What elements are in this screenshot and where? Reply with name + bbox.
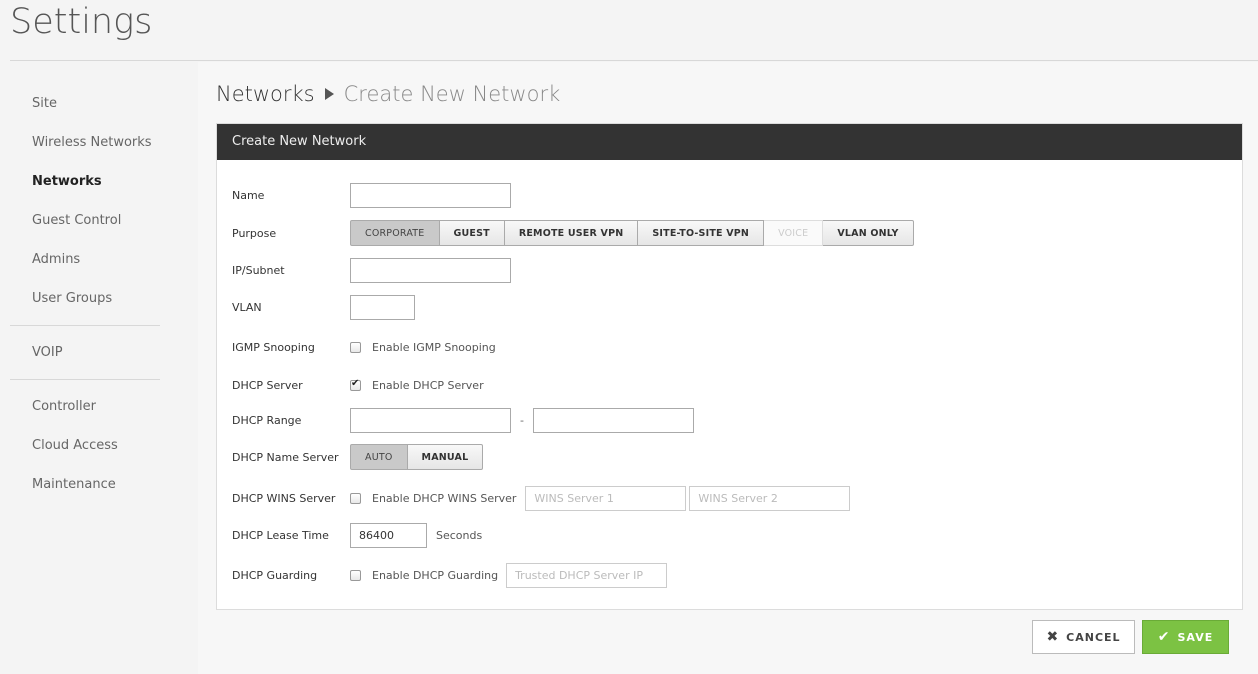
name-server-manual-button[interactable]: MANUAL <box>407 444 484 470</box>
dhcp-server-checkbox[interactable]: Enable DHCP Server <box>350 378 484 392</box>
dhcp-name-server-label: DHCP Name Server <box>232 450 339 464</box>
sidebar-item-user-groups[interactable]: User Groups <box>10 279 160 318</box>
igmp-label: IGMP Snooping <box>232 340 315 354</box>
ip-subnet-label: IP/Subnet <box>232 263 285 277</box>
purpose-vlan-only-button[interactable]: VLAN ONLY <box>823 220 914 246</box>
sidebar-divider <box>10 325 160 326</box>
dhcp-wins-row: DHCP WINS Server Enable DHCP WINS Server <box>232 485 851 511</box>
sidebar-item-admins[interactable]: Admins <box>10 240 160 279</box>
lease-time-unit: Seconds <box>436 528 483 542</box>
dhcp-guarding-row: DHCP Guarding Enable DHCP Guarding <box>232 562 668 588</box>
dhcp-guarding-checkbox-label: Enable DHCP Guarding <box>372 568 499 582</box>
dhcp-range-end-input[interactable] <box>532 407 694 433</box>
panel-header: Create New Network <box>217 124 1242 160</box>
check-icon: ✔ <box>1157 629 1171 645</box>
create-network-panel: Create New Network Name Purpose CORPORAT… <box>216 123 1243 610</box>
dhcp-guarding-label: DHCP Guarding <box>232 568 318 582</box>
vlan-row: VLAN <box>232 294 415 320</box>
wins-server-1-input <box>525 485 687 511</box>
sidebar-item-networks[interactable]: Networks <box>10 162 160 201</box>
checkbox-unchecked-icon[interactable] <box>350 492 361 504</box>
sidebar: Site Wireless Networks Networks Guest Co… <box>10 84 160 504</box>
purpose-label: Purpose <box>232 226 277 240</box>
trusted-dhcp-server-input <box>506 562 668 588</box>
ip-subnet-input[interactable] <box>350 257 511 283</box>
breadcrumb-current: Create New Network <box>343 82 561 106</box>
purpose-row: Purpose CORPORATE GUEST REMOTE USER VPN … <box>232 220 914 246</box>
checkbox-unchecked-icon[interactable] <box>350 341 361 353</box>
range-separator: - <box>520 413 524 427</box>
name-server-auto-button[interactable]: AUTO <box>350 444 408 470</box>
dhcp-wins-checkbox-label: Enable DHCP WINS Server <box>372 491 517 505</box>
dhcp-range-label: DHCP Range <box>232 413 302 427</box>
sidebar-divider <box>10 379 160 380</box>
name-input[interactable] <box>350 182 511 208</box>
checkbox-unchecked-icon[interactable] <box>350 569 361 581</box>
igmp-checkbox-label: Enable IGMP Snooping <box>372 340 496 354</box>
checkbox-checked-icon[interactable] <box>350 378 361 391</box>
cancel-button-label: CANCEL <box>1066 630 1121 644</box>
title-divider <box>10 60 1258 61</box>
igmp-checkbox[interactable]: Enable IGMP Snooping <box>350 341 496 354</box>
purpose-voice-button: VOICE <box>764 220 824 246</box>
lease-time-label: DHCP Lease Time <box>232 528 329 542</box>
vlan-input[interactable] <box>350 294 415 320</box>
vlan-label: VLAN <box>232 300 262 314</box>
breadcrumb-arrow-icon <box>324 88 334 100</box>
dhcp-wins-label: DHCP WINS Server <box>232 491 336 505</box>
lease-time-row: DHCP Lease Time Seconds <box>232 522 482 548</box>
lease-time-input[interactable] <box>350 522 427 548</box>
purpose-corporate-button[interactable]: CORPORATE <box>350 220 440 246</box>
igmp-row: IGMP Snooping Enable IGMP Snooping <box>232 334 496 360</box>
sidebar-item-voip[interactable]: VOIP <box>10 333 160 372</box>
purpose-guest-button[interactable]: GUEST <box>439 220 505 246</box>
purpose-site-to-site-vpn-button[interactable]: SITE-TO-SITE VPN <box>638 220 765 246</box>
dhcp-name-server-row: DHCP Name Server AUTO MANUAL <box>232 444 484 470</box>
sidebar-item-wireless-networks[interactable]: Wireless Networks <box>10 123 160 162</box>
dhcp-server-checkbox-label: Enable DHCP Server <box>372 378 484 392</box>
breadcrumb-networks[interactable]: Networks <box>216 82 315 106</box>
name-row: Name <box>232 182 511 208</box>
sidebar-item-maintenance[interactable]: Maintenance <box>10 465 160 504</box>
ip-subnet-row: IP/Subnet <box>232 257 511 283</box>
main-content: Networks Create New Network Create New N… <box>198 62 1258 674</box>
wins-server-2-input <box>689 485 851 511</box>
close-icon: ✖ <box>1046 629 1060 645</box>
breadcrumb: Networks Create New Network <box>216 82 560 106</box>
dhcp-server-label: DHCP Server <box>232 378 303 392</box>
dhcp-range-start-input[interactable] <box>350 407 511 433</box>
sidebar-item-site[interactable]: Site <box>10 84 160 123</box>
purpose-remote-user-vpn-button[interactable]: REMOTE USER VPN <box>504 220 639 246</box>
dhcp-guarding-checkbox[interactable]: Enable DHCP Guarding <box>350 569 498 582</box>
name-server-selector: AUTO MANUAL <box>350 444 484 470</box>
sidebar-item-controller[interactable]: Controller <box>10 387 160 426</box>
dhcp-wins-checkbox[interactable]: Enable DHCP WINS Server <box>350 492 516 505</box>
save-button[interactable]: ✔ SAVE <box>1142 620 1229 654</box>
dhcp-server-row: DHCP Server Enable DHCP Server <box>232 372 484 398</box>
name-label: Name <box>232 188 265 202</box>
page-title: Settings <box>10 2 153 42</box>
save-button-label: SAVE <box>1177 630 1214 644</box>
dhcp-range-row: DHCP Range - <box>232 407 694 433</box>
sidebar-item-cloud-access[interactable]: Cloud Access <box>10 426 160 465</box>
purpose-selector: CORPORATE GUEST REMOTE USER VPN SITE-TO-… <box>350 220 914 246</box>
cancel-button[interactable]: ✖ CANCEL <box>1032 620 1135 654</box>
sidebar-item-guest-control[interactable]: Guest Control <box>10 201 160 240</box>
